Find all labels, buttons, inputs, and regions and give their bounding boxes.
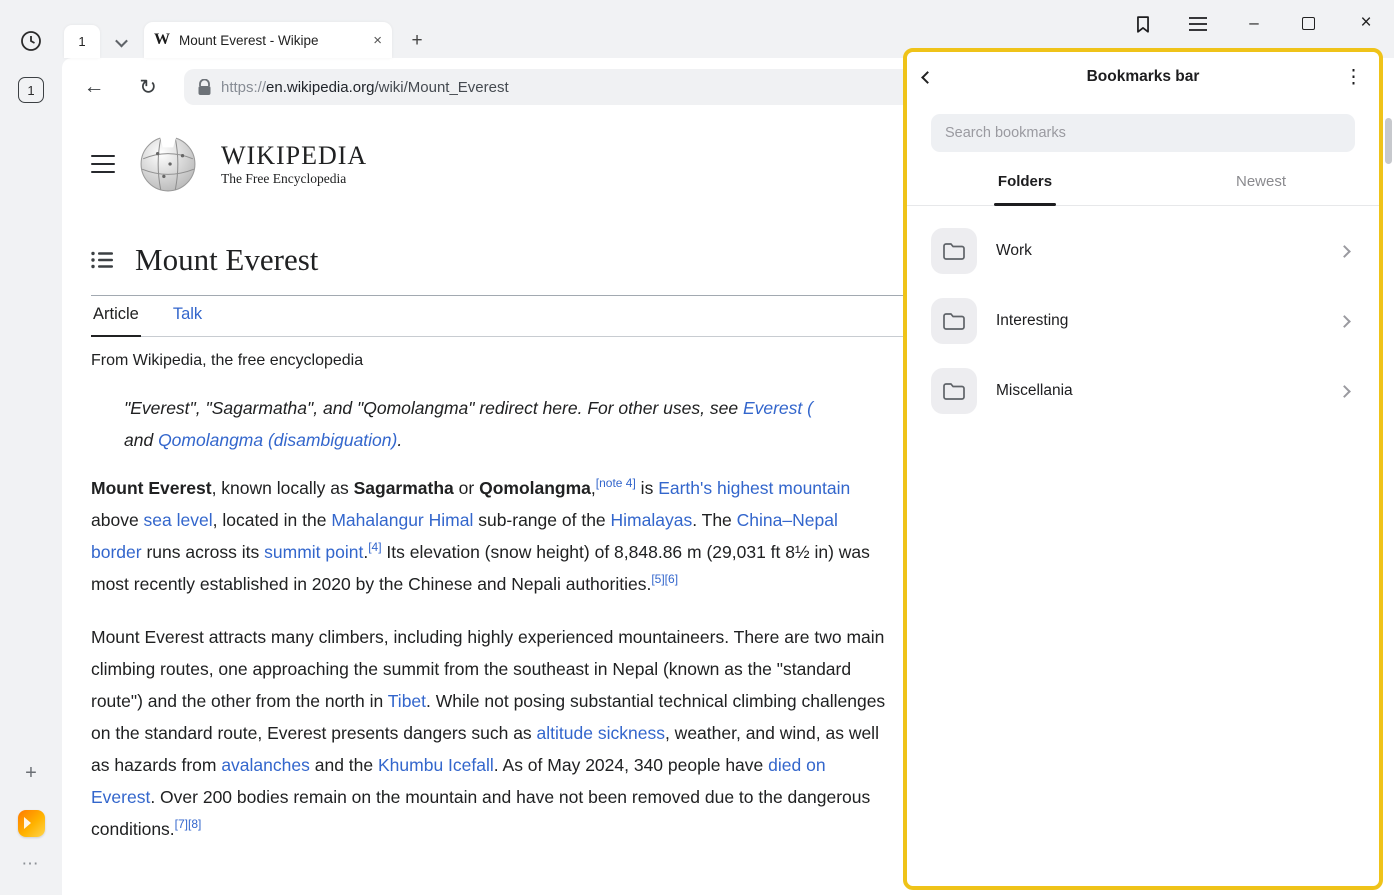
workspace-badge: 1 [78, 34, 85, 49]
text-run: and [124, 430, 158, 450]
maximize-icon [1302, 17, 1315, 30]
new-tab-button[interactable]: + [403, 27, 431, 55]
workspace-dropdown-button[interactable] [106, 30, 136, 54]
lock-icon [197, 79, 212, 96]
folder-icon [931, 298, 977, 344]
tab-counter-button[interactable]: 1 [18, 77, 44, 103]
wikipedia-favicon: W [154, 31, 170, 49]
panel-back-button[interactable] [923, 73, 957, 82]
paragraph-2: Mount Everest attracts many climbers, in… [91, 621, 891, 845]
bookmarks-panel-highlight: Bookmarks bar ⋮ Folders Newest Work [903, 48, 1383, 890]
tab-counter-value: 1 [27, 83, 34, 98]
folder-icon [931, 228, 977, 274]
wikipedia-wordmark-block[interactable]: WIKIPEDIA The Free Encyclopedia [221, 141, 367, 186]
text-run: . The [692, 510, 736, 530]
article-body: "Everest", "Sagarmatha", and "Qomolangma… [91, 392, 891, 845]
text-run: is [636, 478, 658, 498]
text-run: Qomolangma [479, 478, 591, 498]
wikipedia-menu-icon[interactable] [91, 155, 115, 173]
wiki-link[interactable]: [4] [368, 540, 381, 554]
browser-app-logo[interactable] [18, 810, 45, 837]
wikipedia-wordmark: WIKIPEDIA [221, 141, 367, 171]
sidebar-add-button[interactable]: + [18, 760, 44, 786]
text-run: Mount Everest [91, 478, 212, 498]
bookmarks-tabs: Folders Newest [907, 160, 1379, 206]
workspace-tab[interactable]: 1 [64, 25, 100, 58]
text-run: , located in the [213, 510, 332, 530]
tab-newest[interactable]: Newest [1143, 160, 1379, 205]
text-run: . Over 200 bodies remain on the mountain… [91, 787, 870, 839]
text-run: and the [310, 755, 378, 775]
tab-article[interactable]: Article [91, 296, 141, 337]
text-run: Sagarmatha [354, 478, 454, 498]
folder-label: Miscellania [996, 382, 1340, 400]
url-host: en.wikipedia.org [266, 79, 374, 96]
folder-icon [931, 368, 977, 414]
chevron-right-icon [1340, 317, 1355, 326]
browser-menu-icon[interactable] [1186, 14, 1210, 34]
chevron-right-icon [1340, 247, 1355, 256]
text-run: . As of May 2024, 340 people have [494, 755, 768, 775]
chevron-down-icon [115, 34, 128, 47]
tab-talk[interactable]: Talk [171, 296, 204, 336]
browser-left-sidebar: 1 + ⋯ [0, 58, 62, 895]
folder-row-miscellania[interactable]: Miscellania [931, 356, 1355, 426]
folder-row-interesting[interactable]: Interesting [931, 286, 1355, 356]
tab-close-icon[interactable]: × [373, 32, 382, 49]
tab-title: Mount Everest - Wikipe [179, 33, 367, 48]
page-title: Mount Everest [135, 242, 318, 278]
bookmarks-panel-header: Bookmarks bar ⋮ [907, 52, 1379, 102]
panel-kebab-menu-icon[interactable]: ⋮ [1329, 66, 1363, 89]
scrollbar-thumb[interactable] [1385, 118, 1392, 164]
wiki-link[interactable]: Himalayas [611, 510, 693, 530]
history-clock-icon[interactable] [19, 29, 43, 53]
bookmarks-icon[interactable] [1130, 11, 1156, 37]
folder-row-work[interactable]: Work [931, 216, 1355, 286]
bookmarks-folder-list: Work Interesting Miscellania [907, 206, 1379, 426]
url-scheme: https:// [221, 79, 266, 96]
wiki-link[interactable]: [7][8] [175, 817, 202, 831]
wiki-link[interactable]: Tibet [388, 691, 426, 711]
browser-tab[interactable]: W Mount Everest - Wikipe × [144, 22, 392, 58]
text-run: , known locally as [212, 478, 354, 498]
sidebar-more-button[interactable]: ⋯ [16, 854, 46, 874]
maximize-button[interactable] [1297, 12, 1319, 34]
chevron-left-icon [921, 71, 934, 84]
wiki-link[interactable]: [5][6] [651, 572, 678, 586]
wiki-link[interactable]: Khumbu Icefall [378, 755, 494, 775]
wiki-link[interactable]: Qomolangma (disambiguation) [158, 430, 397, 450]
hatnote: "Everest", "Sagarmatha", and "Qomolangma… [91, 392, 961, 456]
wiki-link[interactable]: Mahalangur Himal [331, 510, 473, 530]
bookmarks-panel-title: Bookmarks bar [957, 68, 1329, 86]
wikipedia-globe-logo[interactable] [139, 135, 197, 193]
wiki-link[interactable]: Everest ( [743, 398, 813, 418]
text-run: runs across its [142, 542, 265, 562]
page-scrollbar[interactable] [1383, 58, 1394, 895]
text-run: or [454, 478, 479, 498]
bookmarks-search-input[interactable] [931, 114, 1355, 152]
text-run: above [91, 510, 144, 530]
folder-label: Work [996, 242, 1340, 260]
text-run: "Everest", "Sagarmatha", and "Qomolangma… [124, 398, 743, 418]
contents-list-icon[interactable] [91, 251, 113, 269]
wiki-link[interactable]: [note 4] [596, 476, 636, 490]
bookmarks-panel: Bookmarks bar ⋮ Folders Newest Work [907, 52, 1379, 886]
wiki-link[interactable]: Earth's highest mountain [658, 478, 850, 498]
text-run: sub-range of the [473, 510, 610, 530]
wikipedia-tagline: The Free Encyclopedia [221, 171, 367, 187]
reload-button[interactable]: ↻ [130, 69, 166, 105]
close-window-button[interactable]: × [1355, 12, 1377, 34]
paragraph-1: Mount Everest, known locally as Sagarmat… [91, 472, 891, 600]
tab-folders[interactable]: Folders [907, 160, 1143, 205]
text-run: . [397, 430, 402, 450]
wiki-link[interactable]: sea level [144, 510, 213, 530]
wiki-link[interactable]: avalanches [221, 755, 310, 775]
wiki-link[interactable]: altitude sickness [537, 723, 665, 743]
url-path: /wiki/Mount_Everest [374, 79, 508, 96]
folder-label: Interesting [996, 312, 1340, 330]
back-button[interactable]: ← [76, 69, 112, 105]
minimize-button[interactable]: – [1243, 12, 1265, 34]
wiki-link[interactable]: summit point [264, 542, 363, 562]
chevron-right-icon [1340, 387, 1355, 396]
